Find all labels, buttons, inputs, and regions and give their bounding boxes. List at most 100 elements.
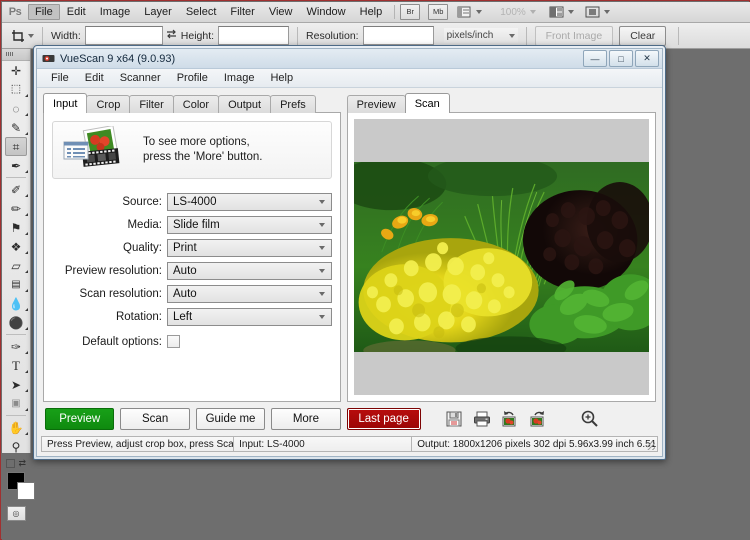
scan-resolution-select[interactable]: Auto <box>167 285 332 303</box>
media-value: Slide film <box>173 219 220 231</box>
mini-bridge-button[interactable]: Mb <box>428 4 449 20</box>
vs-menu-help[interactable]: Help <box>262 71 301 85</box>
arrange-chevron-down-icon[interactable] <box>567 10 574 14</box>
arrange-documents-icon[interactable] <box>548 5 566 19</box>
maximize-button[interactable]: □ <box>609 50 633 67</box>
clone-stamp-tool[interactable]: ⚑ <box>2 218 30 237</box>
eraser-tool[interactable]: ▱ <box>2 256 30 275</box>
quick-selection-tool[interactable]: ✎ <box>2 118 30 137</box>
lasso-tool[interactable]: ◌ <box>2 99 30 118</box>
zoom-chevron-down-icon[interactable] <box>529 10 536 14</box>
hint-text: To see more options, press the 'More' bu… <box>143 135 262 165</box>
menu-edit[interactable]: Edit <box>60 4 93 20</box>
close-button[interactable]: ✕ <box>635 50 659 67</box>
menu-view[interactable]: View <box>262 4 300 20</box>
last-page-button[interactable]: Last page <box>346 408 421 430</box>
source-select[interactable]: LS-4000 <box>167 193 332 211</box>
quick-mask-icon[interactable]: ◎ <box>6 506 26 521</box>
menu-filter[interactable]: Filter <box>223 4 261 20</box>
default-options-checkbox[interactable] <box>167 335 180 348</box>
vuescan-title-bar[interactable]: VueScan 9 x64 (9.0.93) — □ ✕ <box>37 49 662 69</box>
bridge-button[interactable]: Br <box>400 4 421 20</box>
tab-prefs[interactable]: Prefs <box>270 95 316 113</box>
rectangle-tool[interactable]: ▣ <box>2 394 30 413</box>
width-label: Width: <box>51 29 81 42</box>
history-brush-tool[interactable]: ❖ <box>2 237 30 256</box>
print-icon[interactable] <box>471 409 493 429</box>
pen-tool[interactable]: ✑ <box>2 337 30 356</box>
quality-select[interactable]: Print <box>167 239 332 257</box>
save-icon[interactable] <box>443 409 465 429</box>
preview-button[interactable]: Preview <box>45 408 115 430</box>
zoom-tool[interactable]: ⚲ <box>2 437 30 456</box>
screen-mode-chevron-down-icon[interactable] <box>603 10 610 14</box>
rotate-left-image-icon[interactable] <box>499 409 521 429</box>
tab-preview[interactable]: Preview <box>346 95 406 113</box>
settings-tabs: Input Crop Filter Color Output Prefs <box>43 93 341 113</box>
tab-output[interactable]: Output <box>218 95 272 113</box>
options-divider-4 <box>678 26 680 45</box>
gradient-tool[interactable]: ▤ <box>2 275 30 294</box>
tab-crop[interactable]: Crop <box>86 95 131 113</box>
clear-button[interactable]: Clear <box>619 25 667 46</box>
view-extras-chevron-down-icon[interactable] <box>476 10 483 14</box>
menu-select[interactable]: Select <box>179 4 224 20</box>
rotate-right-image-icon[interactable] <box>527 409 549 429</box>
eyedropper-tool-icon: ✒ <box>10 158 22 173</box>
blur-tool[interactable]: 💧 <box>2 294 30 313</box>
field-row-rotation: Rotation: Left <box>52 308 332 326</box>
guide-me-button[interactable]: Guide me <box>195 408 266 430</box>
type-tool[interactable]: T <box>2 356 30 375</box>
media-select[interactable]: Slide film <box>167 216 332 234</box>
minimize-button[interactable]: — <box>583 50 607 67</box>
path-selection-tool[interactable]: ➤ <box>2 375 30 394</box>
menu-layer[interactable]: Layer <box>137 4 179 20</box>
resize-grip[interactable] <box>647 442 656 450</box>
more-button[interactable]: More <box>271 408 341 430</box>
crop-tool[interactable]: ⌗ <box>5 137 27 156</box>
preview-resolution-select[interactable]: Auto <box>167 262 332 280</box>
height-input[interactable] <box>218 26 290 45</box>
rotation-select[interactable]: Left <box>167 308 332 326</box>
window-controls: — □ ✕ <box>583 50 659 67</box>
tab-scan[interactable]: Scan <box>404 93 450 113</box>
width-input[interactable] <box>84 26 163 45</box>
dodge-tool[interactable]: ⚫ <box>2 313 30 332</box>
crop-preset-chevron-down-icon[interactable] <box>28 33 34 38</box>
vs-menu-file[interactable]: File <box>43 71 77 85</box>
menu-image[interactable]: Image <box>93 4 138 20</box>
background-color-swatch[interactable] <box>17 482 35 500</box>
menu-file[interactable]: File <box>28 4 60 20</box>
screen-mode-icon[interactable] <box>584 5 602 19</box>
marquee-tool[interactable]: ⬚ <box>2 80 30 99</box>
eyedropper-tool[interactable]: ✒ <box>2 156 30 175</box>
healing-brush-tool[interactable]: ✐ <box>2 180 30 199</box>
default-colors-icon[interactable] <box>6 459 15 468</box>
resolution-unit-select[interactable]: pixels/inch <box>443 28 518 43</box>
tab-input[interactable]: Input <box>43 93 88 113</box>
zoom-in-icon[interactable] <box>579 409 601 429</box>
vs-menu-edit[interactable]: Edit <box>77 71 112 85</box>
hand-tool[interactable]: ✋ <box>2 418 30 437</box>
scan-resolution-value: Auto <box>173 288 197 300</box>
tab-filter[interactable]: Filter <box>129 95 174 113</box>
resolution-input[interactable] <box>362 26 434 45</box>
toolbar-drag-handle[interactable] <box>2 49 30 61</box>
crop-tool-icon[interactable] <box>10 29 26 43</box>
vs-menu-profile[interactable]: Profile <box>169 71 216 85</box>
menu-window[interactable]: Window <box>300 4 353 20</box>
scan-button[interactable]: Scan <box>120 408 190 430</box>
vs-menu-image[interactable]: Image <box>216 71 263 85</box>
front-image-button[interactable]: Front Image <box>534 25 614 46</box>
move-tool[interactable]: ✛ <box>2 61 30 80</box>
tab-color[interactable]: Color <box>172 95 220 113</box>
vs-menu-scanner[interactable]: Scanner <box>112 71 169 85</box>
scan-preview-area[interactable] <box>346 112 656 402</box>
swap-colors-icon[interactable]: ⇄ <box>18 458 26 469</box>
preview-canvas[interactable] <box>353 119 649 395</box>
menu-help[interactable]: Help <box>353 4 390 20</box>
view-extras-icon[interactable] <box>456 5 474 19</box>
swap-dimensions-icon[interactable] <box>163 28 181 43</box>
brush-tool[interactable]: ✏ <box>2 199 30 218</box>
type-tool-icon: T <box>12 358 20 373</box>
